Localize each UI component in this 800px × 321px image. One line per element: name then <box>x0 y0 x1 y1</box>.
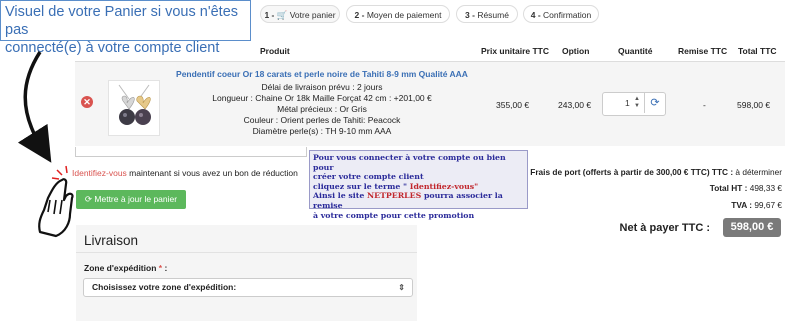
pointing-hand-icon <box>38 165 74 238</box>
